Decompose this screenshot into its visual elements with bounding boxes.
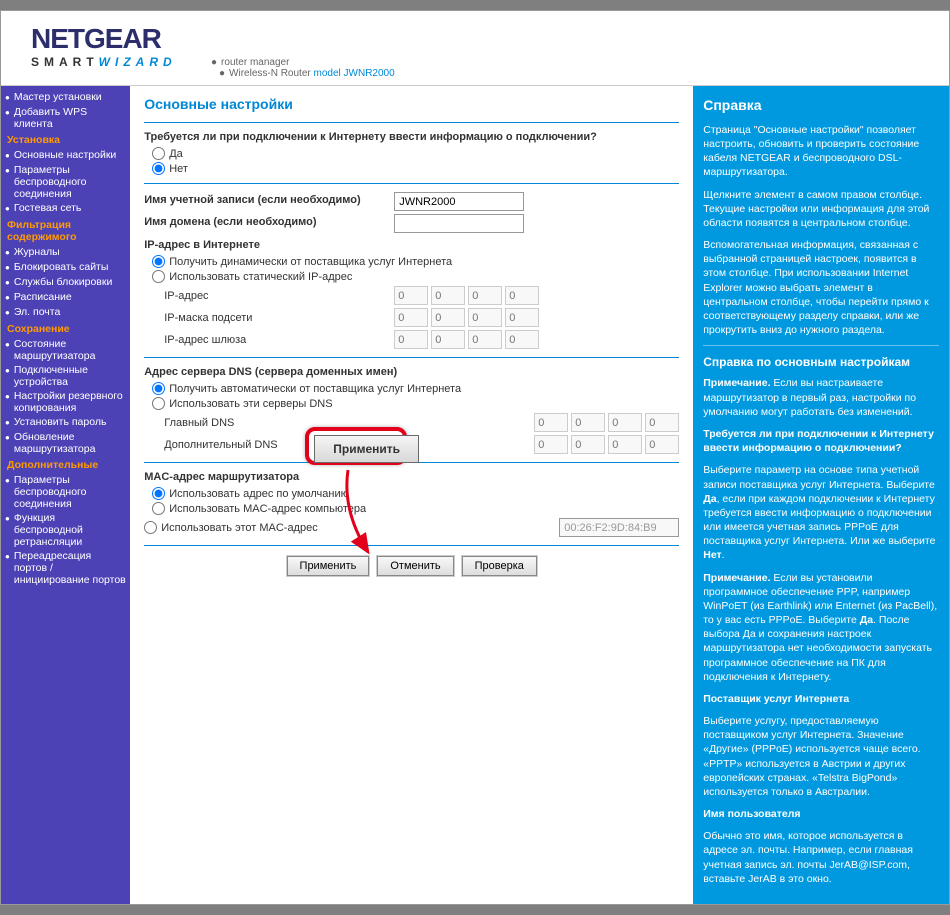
help-panel: Справка Страница "Основные настройки" по… (693, 86, 949, 904)
sidebar-item-devices[interactable]: ●Подключенные устройства (1, 363, 130, 389)
ip-addr-input[interactable] (394, 286, 539, 305)
test-button[interactable]: Проверка (462, 556, 537, 576)
ip-gw-label: IP-адрес шлюза (144, 334, 394, 346)
sidebar-item-blockserv[interactable]: ●Службы блокировки (1, 275, 130, 290)
apply-overlay-button[interactable]: Применить (314, 435, 419, 463)
sidebar-item-schedule[interactable]: ●Расписание (1, 290, 130, 305)
dns-section-header: Адрес сервера DNS (сервера доменных имен… (144, 366, 679, 378)
sidebar-item-email[interactable]: ●Эл. почта (1, 305, 130, 320)
sidebar-item-wireless[interactable]: ●Параметры беспроводного соединения (1, 163, 130, 201)
account-input[interactable] (394, 192, 524, 211)
mac-input[interactable] (559, 518, 679, 537)
sidebar-item-adv-wireless[interactable]: ●Параметры беспроводного соединения (1, 473, 130, 511)
dns1-input[interactable] (534, 413, 679, 432)
sidebar-item-backup[interactable]: ●Настройки резервного копирования (1, 389, 130, 415)
main-panel: Основные настройки Требуется ли при подк… (130, 86, 693, 904)
sidebar: ●Мастер установки ●Добавить WPS клиента … (1, 86, 130, 904)
sidebar-item-basic[interactable]: ●Основные настройки (1, 148, 130, 163)
sidebar-item-wizard[interactable]: ●Мастер установки (1, 90, 130, 105)
sidebar-item-logs[interactable]: ●Журналы (1, 245, 130, 260)
sidebar-group-filter: Фильтрация содержимого (1, 216, 130, 245)
login-yes-radio[interactable]: Да (152, 147, 679, 160)
ip-section-header: IP-адрес в Интернете (144, 239, 679, 251)
mac-this-radio[interactable]: Использовать этот MAC-адрес (144, 521, 317, 534)
sidebar-item-status[interactable]: ●Состояние маршрутизатора (1, 337, 130, 363)
sidebar-item-wps[interactable]: ●Добавить WPS клиента (1, 105, 130, 131)
arrow-icon (340, 466, 420, 566)
ip-mask-input[interactable] (394, 308, 539, 327)
page-title: Основные настройки (144, 96, 679, 112)
app-header: NETGEAR SMARTWIZARD ●router manager ●Wir… (1, 11, 949, 86)
help-title: Справка (703, 96, 939, 115)
sidebar-item-repeater[interactable]: ●Функция беспроводной ретрансляции (1, 511, 130, 549)
brand-logo: NETGEAR (31, 23, 919, 55)
ip-auto-radio[interactable]: Получить динамически от поставщика услуг… (152, 255, 679, 268)
dns-use-radio[interactable]: Использовать эти серверы DNS (152, 397, 679, 410)
ip-static-radio[interactable]: Использовать статический IP-адрес (152, 270, 679, 283)
login-question: Требуется ли при подключении к Интернету… (144, 131, 679, 143)
login-no-radio[interactable]: Нет (152, 162, 679, 175)
ip-gw-input[interactable] (394, 330, 539, 349)
sidebar-group-adv: Дополнительные (1, 456, 130, 473)
domain-label: Имя домена (если необходимо) (144, 216, 394, 228)
sidebar-group-maint: Сохранение (1, 320, 130, 337)
sidebar-item-upgrade[interactable]: ●Обновление маршрутизатора (1, 430, 130, 456)
help-subtitle: Справка по основным настройкам (703, 354, 939, 370)
sidebar-group-setup: Установка (1, 131, 130, 148)
sidebar-item-password[interactable]: ●Установить пароль (1, 415, 130, 430)
account-label: Имя учетной записи (если необходимо) (144, 194, 394, 206)
brand-subtitle: ●router manager ●Wireless-N Router model… (211, 57, 919, 79)
sidebar-item-guest[interactable]: ●Гостевая сеть (1, 201, 130, 216)
sidebar-item-portfwd[interactable]: ●Переадресация портов / инициирование по… (1, 549, 130, 587)
ip-addr-label: IP-адрес (144, 290, 394, 302)
sidebar-item-blocksites[interactable]: ●Блокировать сайты (1, 260, 130, 275)
dns2-input[interactable] (534, 435, 679, 454)
domain-input[interactable] (394, 214, 524, 233)
dns-auto-radio[interactable]: Получить автоматически от поставщика усл… (152, 382, 679, 395)
ip-mask-label: IP-маска подсети (144, 312, 394, 324)
